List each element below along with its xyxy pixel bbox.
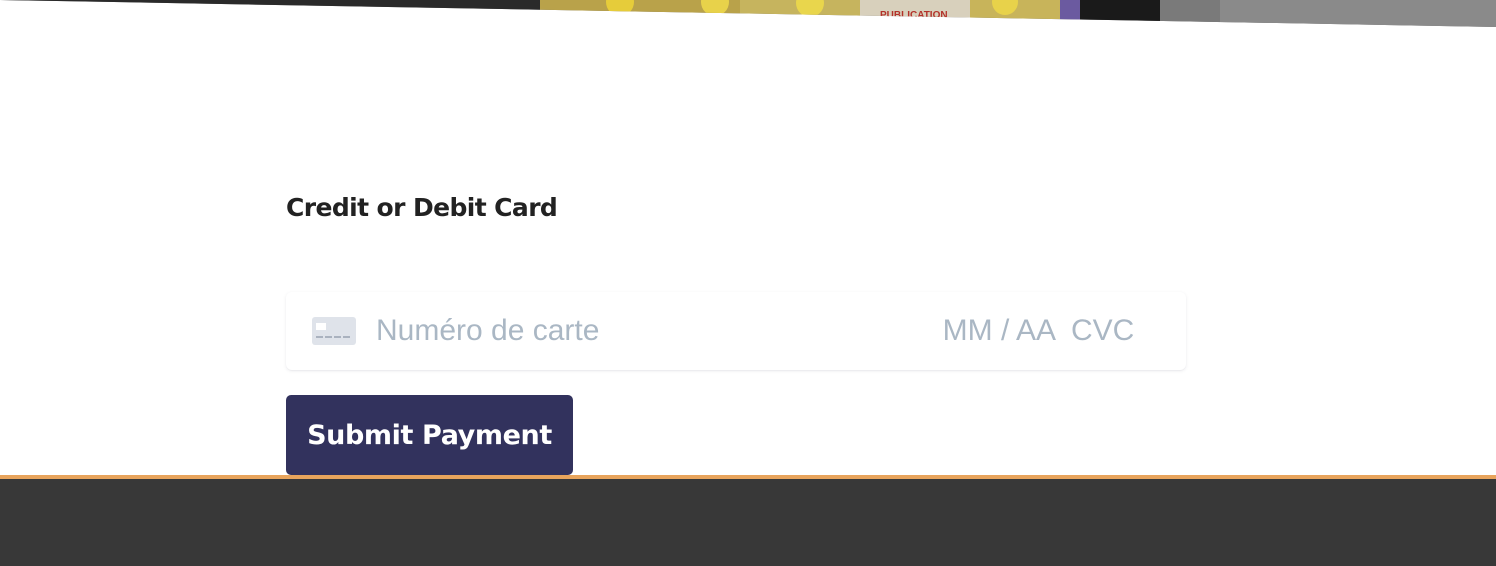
hero-image: PUBLICATION	[0, 0, 1496, 30]
submit-payment-button[interactable]: Submit Payment	[286, 395, 573, 475]
card-element[interactable]	[286, 292, 1186, 370]
card-section-title: Credit or Debit Card	[286, 193, 558, 222]
card-number-input[interactable]	[376, 311, 876, 351]
card-cvc-input[interactable]	[1071, 311, 1141, 351]
card-expiry-input[interactable]	[926, 311, 1056, 351]
payment-page: PUBLICATION Credit or Debit Card Numéro …	[0, 0, 1496, 566]
page-footer	[0, 475, 1496, 566]
credit-card-icon	[312, 317, 356, 345]
svg-text:PUBLICATION: PUBLICATION	[880, 10, 948, 21]
